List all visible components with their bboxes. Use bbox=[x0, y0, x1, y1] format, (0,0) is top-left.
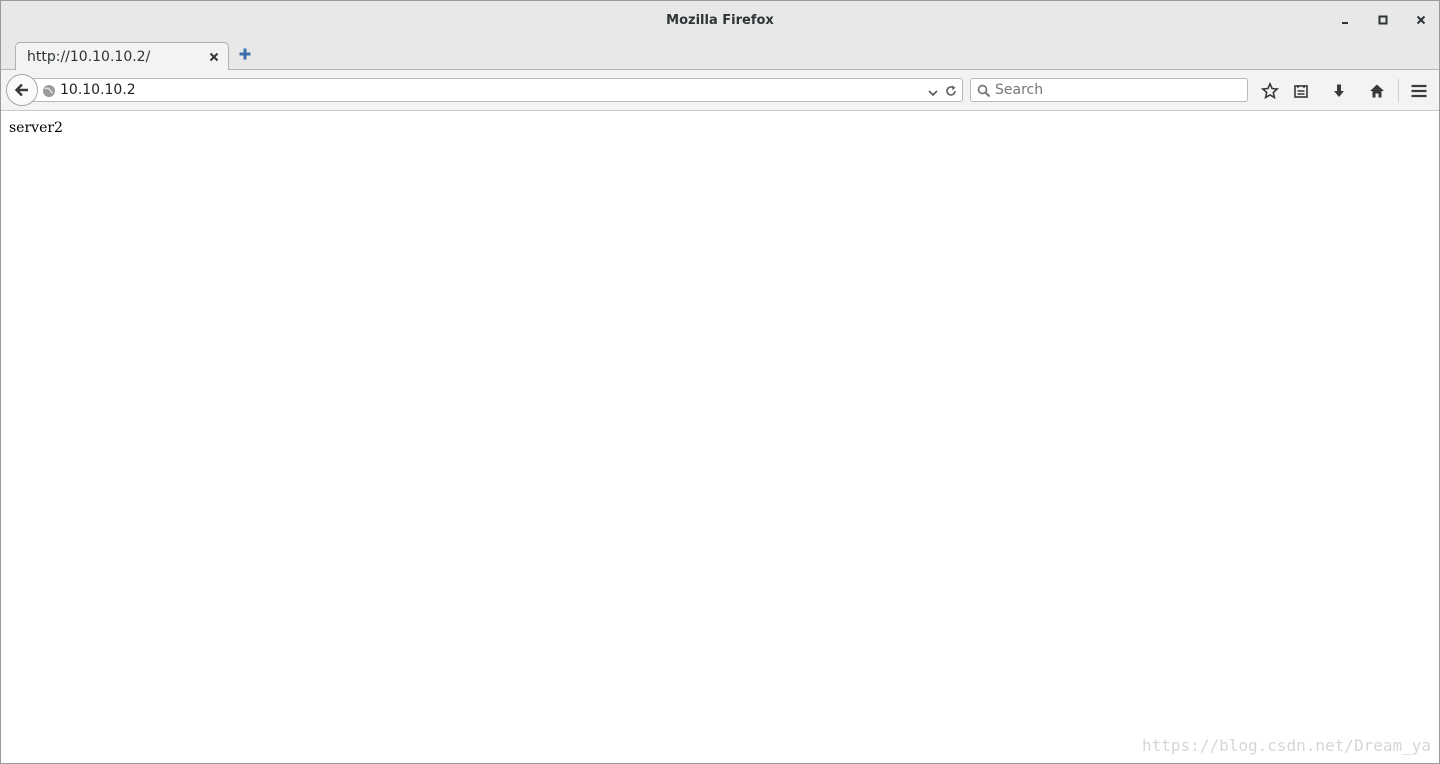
reload-icon[interactable] bbox=[944, 83, 958, 102]
reading-list-icon bbox=[1294, 85, 1308, 98]
home-button[interactable] bbox=[1366, 80, 1388, 102]
bookmark-button[interactable] bbox=[1259, 80, 1281, 102]
navigation-toolbar: 10.10.10.2 bbox=[1, 70, 1439, 111]
page-content: server2 https://blog.csdn.net/Dream_ya bbox=[1, 111, 1439, 763]
url-bar[interactable]: 10.10.10.2 bbox=[33, 78, 963, 102]
tab-active[interactable]: http://10.10.10.2/ bbox=[15, 42, 229, 71]
tab-strip: http://10.10.10.2/ bbox=[1, 39, 1439, 71]
tab-title: http://10.10.10.2/ bbox=[27, 49, 151, 65]
title-bar: Mozilla Firefox bbox=[1, 1, 1439, 39]
page-body-text: server2 bbox=[9, 120, 63, 136]
minimize-button[interactable] bbox=[1335, 10, 1355, 30]
download-icon bbox=[1334, 84, 1344, 97]
globe-icon bbox=[42, 83, 56, 102]
close-tab-icon bbox=[209, 52, 219, 62]
browser-window: Mozilla Firefox http://10.10.10.2/ 10.10… bbox=[0, 0, 1440, 764]
reading-list-button[interactable] bbox=[1290, 80, 1312, 102]
dropdown-chevron-icon[interactable] bbox=[927, 84, 939, 103]
back-button[interactable] bbox=[6, 74, 38, 106]
tab-close-button[interactable] bbox=[209, 48, 219, 66]
minimize-icon bbox=[1342, 22, 1348, 24]
search-input[interactable] bbox=[995, 81, 1240, 99]
maximize-icon bbox=[1378, 15, 1388, 25]
download-button[interactable] bbox=[1328, 80, 1350, 102]
bookmark-star-icon bbox=[1261, 82, 1279, 100]
new-tab-button[interactable] bbox=[235, 44, 255, 64]
back-arrow-icon bbox=[14, 83, 28, 97]
search-icon bbox=[977, 83, 991, 102]
window-title: Mozilla Firefox bbox=[666, 12, 774, 28]
watermark-text: https://blog.csdn.net/Dream_ya bbox=[1142, 736, 1431, 755]
close-window-button[interactable] bbox=[1411, 10, 1431, 30]
home-icon bbox=[1370, 84, 1384, 98]
menu-icon bbox=[1411, 84, 1427, 98]
search-bar[interactable] bbox=[970, 78, 1248, 102]
maximize-button[interactable] bbox=[1373, 10, 1393, 30]
plus-icon bbox=[239, 48, 251, 60]
url-text[interactable]: 10.10.10.2 bbox=[60, 82, 136, 98]
toolbar-separator bbox=[1398, 79, 1399, 103]
close-icon bbox=[1416, 15, 1426, 25]
menu-button[interactable] bbox=[1408, 80, 1430, 102]
